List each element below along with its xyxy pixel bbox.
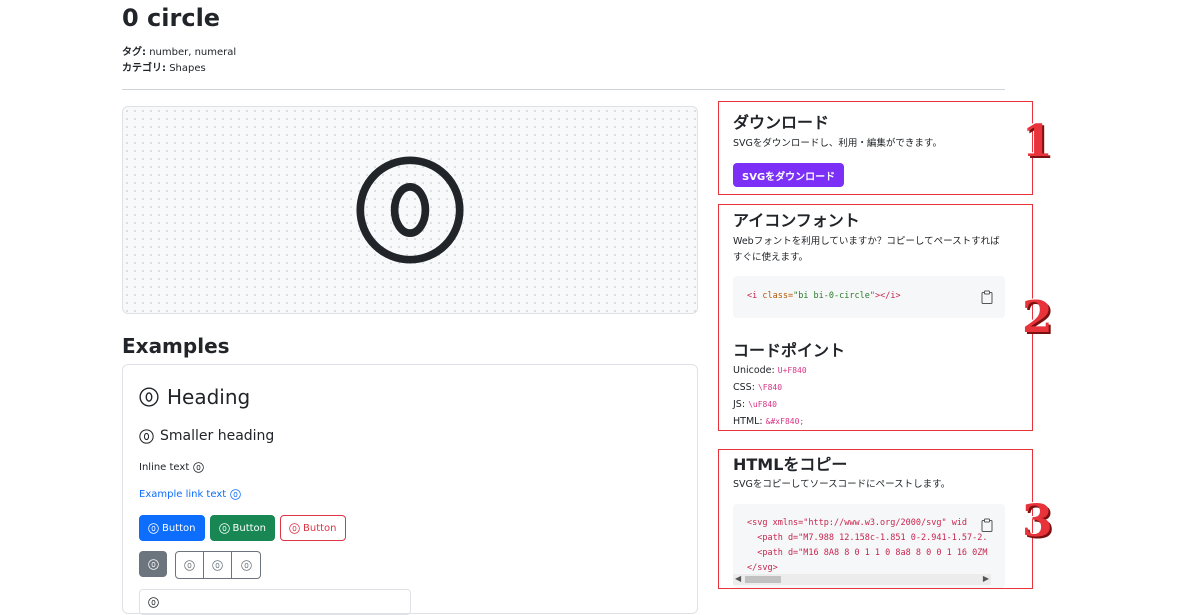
clipboard-icon[interactable] [981,290,993,304]
download-title: ダウンロード [733,113,830,132]
css-value: \F840 [757,383,783,392]
icon-font-title: アイコンフォント [733,211,860,230]
zero-circle-icon [241,560,252,571]
group-button-1[interactable] [176,552,204,578]
horizontal-scrollbar[interactable]: ◀ ▶ [733,574,991,585]
html-code-line-2: <path d="M7.988 12.158c-1.851 0-2.941-1.… [747,533,988,543]
examples-card: Heading Smaller heading Inline text Exam… [122,364,698,615]
examples-title: Examples [122,334,230,358]
tags-label: タグ: [122,47,146,58]
example-smaller-heading: Smaller heading [139,428,274,444]
category-value: Shapes [169,63,206,74]
copy-html-title: HTMLをコピー [733,455,848,474]
zero-circle-icon [148,559,159,570]
example-heading: Heading [139,385,250,409]
clipboard-icon[interactable] [981,518,993,532]
download-description: SVGをダウンロードし、利用・編集ができます。 [733,138,942,149]
copy-html-description: SVGをコピーしてソースコードにペーストします。 [733,479,951,490]
category-label: カテゴリ: [122,63,166,74]
example-smaller-heading-text: Smaller heading [160,428,275,444]
tags-value: number, numeral [149,47,237,58]
example-link-text[interactable]: Example link text [139,489,226,500]
zero-circle-icon [139,429,154,444]
js-value: \uF840 [748,400,777,409]
page-title: 0 circle [122,4,221,32]
icon-font-code: <i class="bi bi-0-circle"></i> [747,291,901,301]
html-entity-value: &#xF840; [765,417,805,426]
outline-danger-button-label: Button [303,522,337,534]
download-panel: ダウンロード SVGをダウンロードし、利用・編集ができます。 SVGをダウンロー… [718,101,1033,195]
outline-danger-button[interactable]: Button [280,515,346,541]
zero-circle-icon [148,523,159,534]
annotation-number-3: 3 [1022,496,1053,547]
unicode-row: Unicode: U+F840 [733,365,807,376]
icon-font-code-block: <i class="bi bi-0-circle"></i> [733,276,1005,318]
divider [122,89,1005,90]
zero-circle-icon [148,597,159,608]
group-button-3[interactable] [232,552,260,578]
zero-circle-icon [184,560,195,571]
scroll-right-icon[interactable]: ▶ [983,574,989,583]
unicode-value: U+F840 [777,366,807,375]
zero-circle-icon [354,154,466,266]
example-input-group[interactable] [139,589,411,615]
example-icon-buttons [139,551,261,579]
tags-line: タグ: number, numeral [122,43,236,58]
code-point-title: コードポイント [733,341,846,360]
zero-circle-icon [219,523,230,534]
primary-button[interactable]: Button [139,515,205,541]
scrollbar-thumb[interactable] [745,576,781,583]
html-code-line-4: </svg> [747,563,778,573]
html-code-line-1: <svg xmlns="http://www.w3.org/2000/svg" … [747,518,968,528]
zero-circle-icon [230,489,241,500]
primary-button-label: Button [162,522,196,534]
css-row: CSS: \F840 [733,382,783,393]
example-heading-text: Heading [167,385,251,409]
example-link[interactable]: Example link text [139,489,241,500]
zero-circle-icon [289,523,300,534]
js-row: JS: \uF840 [733,399,777,410]
zero-circle-icon [212,560,223,571]
zero-circle-icon [139,387,159,407]
example-inline-text: Inline text [139,462,204,473]
annotation-number-1: 1 [1022,116,1053,167]
icon-button-group [175,551,261,579]
icon-preview [122,106,698,314]
html-entity-row: HTML: &#xF840; [733,416,805,427]
inline-text-label: Inline text [139,462,190,473]
success-button-label: Button [232,522,267,534]
success-button[interactable]: Button [209,515,275,541]
html-code-line-3: <path d="M16 8A8 8 0 1 1 0 8a8 8 0 0 1 1… [747,548,988,558]
icon-font-description: Webフォントを利用していますか？コピーしてペーストすればすぐに使えます。 [733,236,1000,263]
category-line: カテゴリ: Shapes [122,59,206,74]
download-svg-button[interactable]: SVGをダウンロード [733,163,845,187]
annotation-number-2: 2 [1022,292,1053,343]
group-button-2[interactable] [204,552,232,578]
zero-circle-icon [193,462,204,473]
icon-only-button[interactable] [139,551,167,577]
icon-font-panel: アイコンフォント Webフォントを利用していますか？コピーしてペーストすればすぐ… [718,204,1033,431]
copy-html-panel: HTMLをコピー SVGをコピーしてソースコードにペーストします。 <svg x… [718,449,1033,589]
example-button-row: Button Button Button [139,515,346,541]
scroll-left-icon[interactable]: ◀ [735,574,741,583]
